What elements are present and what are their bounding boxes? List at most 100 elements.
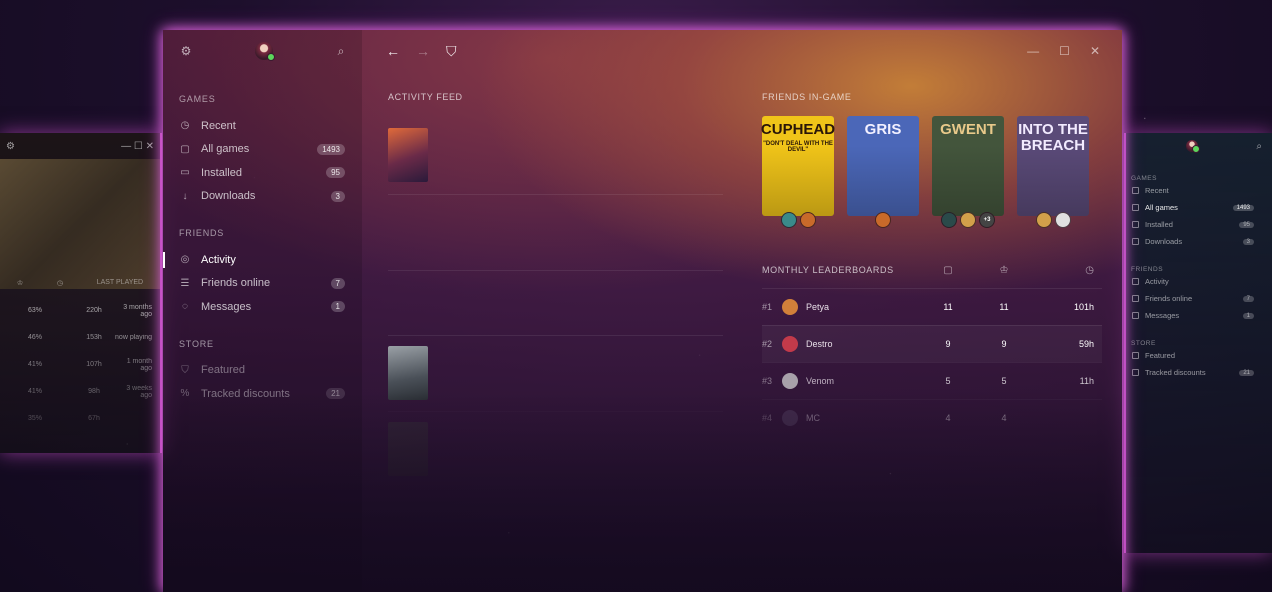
- search-icon: ⌕: [1256, 140, 1262, 152]
- sidebar-item-downloads[interactable]: ↓ Downloads 3: [163, 185, 362, 209]
- friend-avatar[interactable]: [941, 212, 957, 228]
- feed-entry[interactable]: [388, 411, 723, 476]
- sidebar-item-recent[interactable]: ◷ Recent: [163, 114, 362, 138]
- feed-entry[interactable]: [388, 118, 723, 194]
- table-row[interactable]: 41% 98h 3 weeks ago: [0, 378, 160, 405]
- table-row[interactable]: 63% 220h 3 months ago: [0, 297, 160, 324]
- player-name[interactable]: Destro: [806, 339, 833, 349]
- maximize-icon[interactable]: ☐: [1059, 44, 1070, 58]
- cell-when: 1 month ago: [126, 357, 152, 372]
- last-played-header: LAST PLAYED: [96, 279, 144, 286]
- count-badge: 21: [1239, 369, 1254, 376]
- ghost-sidebar-item: Featured: [1126, 347, 1272, 364]
- item-icon: [1132, 278, 1139, 285]
- player-name[interactable]: Venom: [806, 376, 834, 386]
- sidebar-item-friends-online[interactable]: ☰ Friends online 7: [163, 272, 362, 296]
- game-title: CUPHEAD: [760, 121, 836, 138]
- cell-hours: 220h: [86, 307, 102, 314]
- background-window-right: ⌕ GAMES Recent All games 1493 Installed 95 Do…: [1124, 133, 1272, 553]
- activity-feed: ACTIVITY FEED: [388, 92, 723, 476]
- item-icon: [1132, 312, 1139, 319]
- count-badge: 95: [326, 167, 345, 179]
- sidebar-item-label: Featured: [201, 364, 246, 377]
- avatar[interactable]: [254, 42, 275, 61]
- sidebar-item-installed[interactable]: ▭ Installed 95: [163, 161, 362, 185]
- ghost-sidebar-item: Activity: [1126, 273, 1272, 290]
- leaderboard-row[interactable]: #1 Petya 11 11 101h: [762, 288, 1102, 325]
- game-card-into-the-breach[interactable]: INTO THE BREACH: [1017, 116, 1089, 228]
- table-row[interactable]: 46% 153h now playing: [0, 324, 160, 351]
- game-card-cuphead[interactable]: CUPHEAD "DON'T DEAL WITH THE DEVIL": [760, 116, 836, 228]
- sidebar-item-messages[interactable]: ◌ Messages 1: [163, 295, 362, 319]
- item-label: Downloads: [1145, 237, 1183, 246]
- game-card-gris[interactable]: GRIS: [847, 116, 919, 228]
- search-icon[interactable]: ⌕: [334, 44, 348, 59]
- game-cover[interactable]: [388, 128, 428, 182]
- games-table: 63% 220h 3 months ago 46% 153h now playing 41%…: [0, 297, 160, 432]
- game-cover[interactable]: [388, 422, 428, 476]
- back-arrow-icon[interactable]: ←: [386, 43, 400, 59]
- leaderboard-row[interactable]: #3 Venom 5 5 11h: [762, 362, 1102, 399]
- avatar[interactable]: [782, 336, 798, 352]
- bookmark-icon[interactable]: ⛉: [446, 43, 457, 60]
- table-row[interactable]: 35% 67h: [0, 405, 160, 432]
- sidebar-item-activity[interactable]: ◎ Activity: [163, 248, 362, 272]
- feed-entry[interactable]: [388, 270, 723, 335]
- item-icon: [1132, 352, 1139, 359]
- cell-hours: 107h: [86, 361, 102, 368]
- count-badge: 21: [326, 388, 345, 400]
- percent-icon: %: [180, 388, 190, 400]
- count-badge: 3: [1242, 238, 1254, 245]
- friend-avatar[interactable]: [799, 212, 816, 228]
- item-icon: [1132, 221, 1139, 228]
- sidebar-item-label: Installed: [201, 166, 242, 179]
- avatar[interactable]: [782, 299, 798, 315]
- item-label: Friends online: [1145, 294, 1193, 303]
- sidebar-item-all-games[interactable]: ▢ All games 1493: [163, 138, 362, 162]
- sidebar-item-featured[interactable]: ⛉ Featured: [163, 359, 362, 383]
- avatar[interactable]: [782, 373, 798, 389]
- game-cover[interactable]: [388, 346, 428, 400]
- ghost-sidebar-item: Messages 1: [1126, 307, 1272, 324]
- item-label: All games: [1145, 203, 1178, 212]
- ghost-sidebar-item: Friends online 7: [1126, 290, 1272, 307]
- cell-when: 3 months ago: [123, 303, 152, 318]
- sidebar-item-label: Tracked discounts: [201, 387, 290, 400]
- feed-entry[interactable]: [388, 335, 723, 411]
- stat-achievements: 11: [999, 302, 1009, 312]
- player-name[interactable]: Petya: [806, 302, 829, 312]
- more-friends-badge[interactable]: +3: [979, 212, 995, 228]
- friend-avatar[interactable]: [1035, 212, 1052, 228]
- item-label: Activity: [1145, 277, 1169, 286]
- cell-pct: 35%: [28, 415, 43, 422]
- sidebar-item-tracked-discounts[interactable]: % Tracked discounts 21: [163, 382, 362, 406]
- friend-avatar[interactable]: [875, 212, 891, 228]
- minimize-icon[interactable]: —: [1027, 44, 1039, 58]
- avatar[interactable]: [782, 410, 798, 426]
- settings-icon[interactable]: ⚙: [179, 44, 193, 58]
- right-column: FRIENDS IN-GAME CUPHEAD "DON'T DEAL WITH …: [760, 92, 1102, 436]
- feed-entry[interactable]: [388, 194, 723, 270]
- download-icon: ↓: [182, 190, 188, 202]
- cell-pct: 46%: [28, 334, 43, 341]
- ghost-sidebar-item: All games 1493: [1126, 199, 1272, 216]
- table-row[interactable]: 41% 107h 1 month ago: [0, 351, 160, 378]
- friend-avatar[interactable]: [780, 212, 797, 228]
- count-badge: 1493: [1232, 204, 1254, 211]
- sidebar-item-label: All games: [201, 143, 250, 156]
- rank: #4: [762, 413, 773, 423]
- friend-avatar[interactable]: [960, 212, 976, 228]
- game-card-gwent[interactable]: GWENT +3: [932, 116, 1004, 228]
- stat-achievements: 5: [1001, 376, 1007, 386]
- forward-arrow-icon[interactable]: →: [416, 43, 430, 59]
- friend-avatar[interactable]: [1054, 212, 1071, 228]
- item-label: Tracked discounts: [1145, 368, 1206, 377]
- player-name[interactable]: MC: [806, 413, 820, 423]
- monitor-icon: ▭: [180, 167, 190, 179]
- sidebar-item-label: Messages: [201, 300, 252, 313]
- leaderboard-row[interactable]: #2 Destro 9 9 59h: [762, 325, 1102, 362]
- close-icon[interactable]: ✕: [1090, 44, 1100, 58]
- leaderboard-row[interactable]: #4 MC 4 4: [762, 399, 1102, 436]
- cell-hours: 153h: [86, 334, 102, 341]
- count-badge: 7: [330, 277, 345, 289]
